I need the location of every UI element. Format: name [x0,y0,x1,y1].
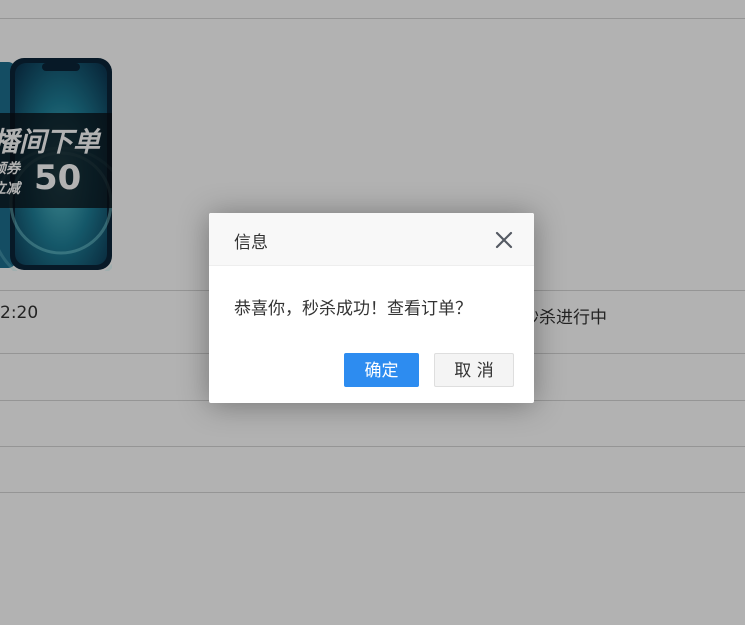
dialog-message: 恭喜你，秒杀成功！查看订单？ [234,299,472,319]
confirm-button[interactable]: 确定 [344,353,419,387]
dialog-title: 信息 [234,233,268,253]
confirm-dialog: 信息 恭喜你，秒杀成功！查看订单？ 确定 取 消 [209,213,534,403]
page: 播间下单 领券 立减 50 2:20 秒杀进行中 信息 恭喜你，秒杀成功！查看订… [0,0,745,625]
cancel-button[interactable]: 取 消 [434,353,514,387]
dialog-header: 信息 [209,213,534,266]
close-icon[interactable] [494,230,514,250]
